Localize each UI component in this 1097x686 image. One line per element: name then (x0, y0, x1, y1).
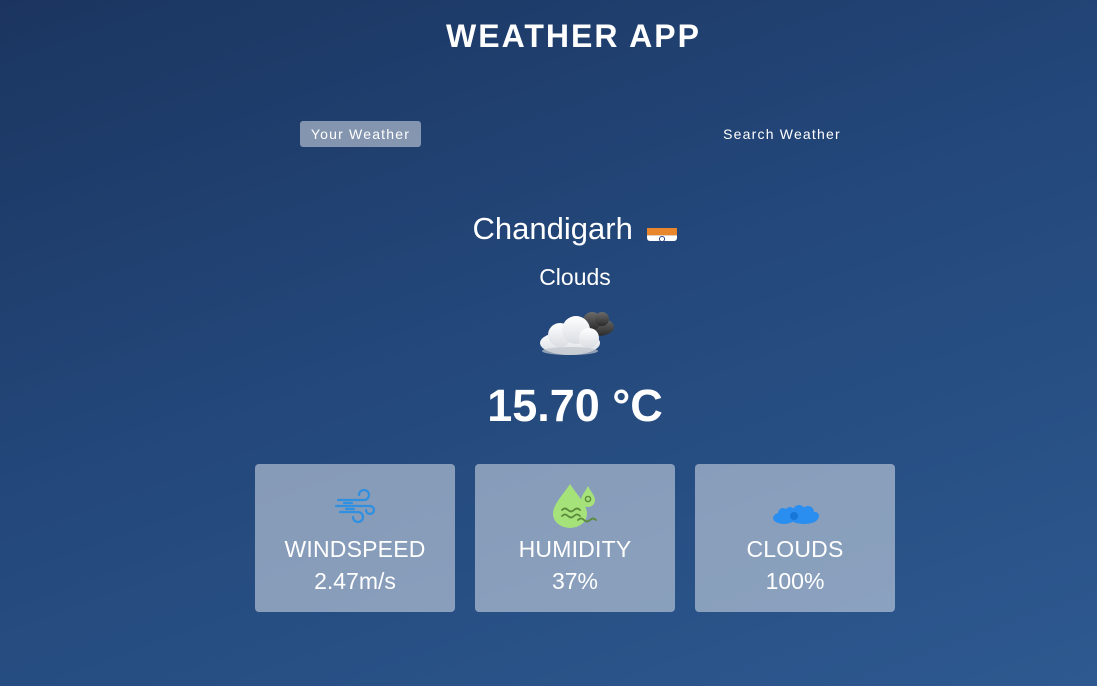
windspeed-card: WINDSPEED 2.47m/s (255, 464, 455, 612)
humidity-label: HUMIDITY (518, 536, 632, 562)
humidity-icon (550, 482, 600, 528)
clouds-icon (770, 482, 820, 528)
tab-bar: Your Weather Search Weather (0, 121, 1097, 147)
tab-your-weather[interactable]: Your Weather (300, 121, 421, 147)
clouds-value: 100% (765, 568, 825, 594)
windspeed-value: 2.47m/s (314, 568, 396, 594)
wind-icon (330, 482, 380, 528)
city-name: Chandigarh (472, 211, 633, 246)
app-title: WEATHER APP (446, 18, 701, 54)
clouds-card: CLOUDS 100% (695, 464, 895, 612)
city-heading: Chandigarh (0, 208, 1097, 250)
india-flag-icon (647, 219, 678, 241)
temperature-value: 15.70 °C (487, 380, 663, 431)
tab-search-weather[interactable]: Search Weather (709, 121, 855, 147)
humidity-value: 37% (551, 568, 599, 594)
clouds-label: CLOUDS (746, 536, 844, 562)
cloudy-night-icon (534, 305, 618, 361)
weather-condition: Clouds (539, 264, 611, 290)
humidity-card: HUMIDITY 37% (475, 464, 675, 612)
windspeed-label: WINDSPEED (284, 536, 426, 562)
